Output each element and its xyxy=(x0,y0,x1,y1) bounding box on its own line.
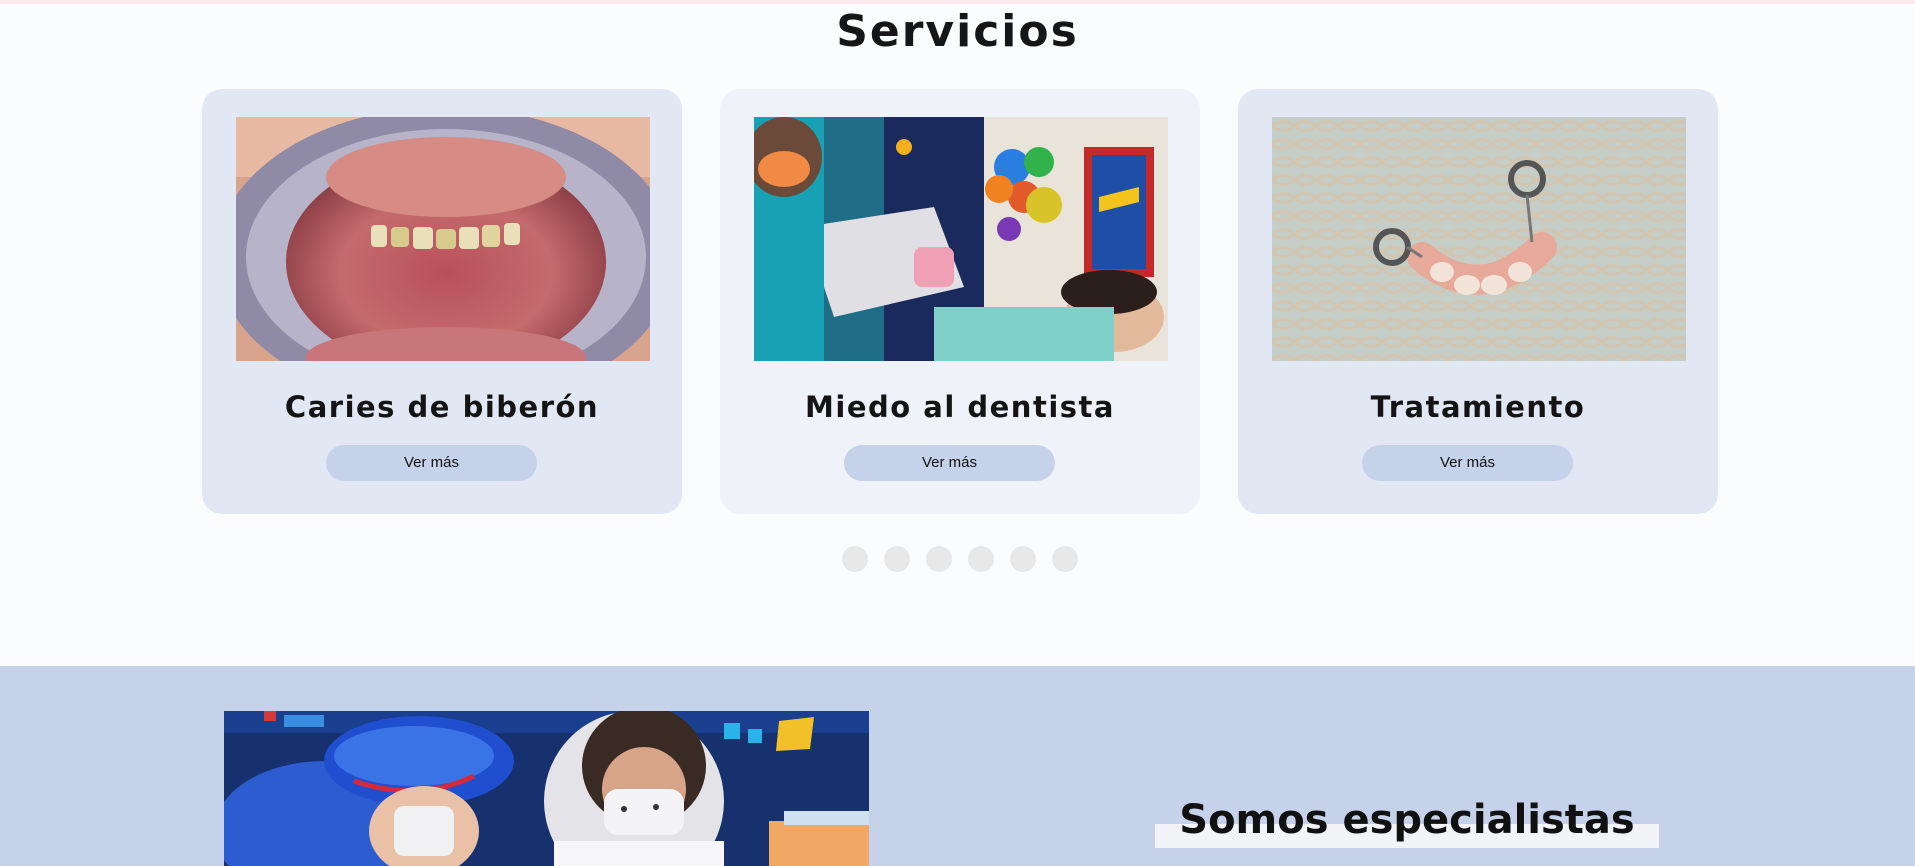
carousel-dot-1[interactable] xyxy=(842,546,868,572)
ver-mas-button-caries[interactable]: Ver más xyxy=(326,445,537,481)
service-card-tratamiento: Tratamiento Ver más xyxy=(1238,89,1718,514)
service-image-tratamiento xyxy=(1272,117,1686,361)
carousel-pagination xyxy=(842,546,1078,572)
service-image-caries xyxy=(236,117,650,361)
about-title: Somos especialistas xyxy=(1179,797,1635,843)
ver-mas-button-tratamiento[interactable]: Ver más xyxy=(1362,445,1573,481)
service-title-miedo: Miedo al dentista xyxy=(805,390,1115,424)
carousel-dot-6[interactable] xyxy=(1052,546,1078,572)
service-card-miedo: Miedo al dentista Ver más xyxy=(720,89,1200,514)
service-card-caries: Caries de biberón Ver más xyxy=(202,89,682,514)
carousel-dot-5[interactable] xyxy=(1010,546,1036,572)
services-title: Servicios xyxy=(836,6,1079,57)
service-title-caries: Caries de biberón xyxy=(284,390,600,424)
about-photo xyxy=(224,711,869,866)
service-title-tratamiento: Tratamiento xyxy=(1370,390,1586,424)
about-section: Somos especialistas xyxy=(0,666,1915,866)
carousel-dot-4[interactable] xyxy=(968,546,994,572)
ver-mas-button-miedo[interactable]: Ver más xyxy=(844,445,1055,481)
carousel-dot-2[interactable] xyxy=(884,546,910,572)
service-image-miedo xyxy=(754,117,1168,361)
carousel-dot-3[interactable] xyxy=(926,546,952,572)
services-section: Servicios Caries de biberón Ver más Mied… xyxy=(0,0,1915,666)
